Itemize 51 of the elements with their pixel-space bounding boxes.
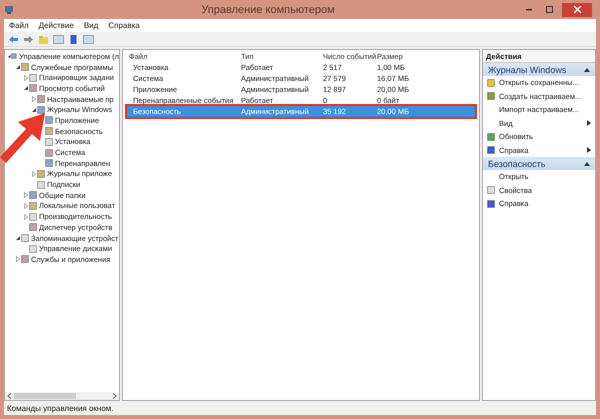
node-icon — [45, 127, 53, 136]
node-icon — [21, 255, 29, 264]
pane-button[interactable] — [83, 34, 94, 44]
collapse-icon[interactable] — [584, 162, 590, 166]
menu-item[interactable]: Действие — [38, 21, 74, 30]
menu-item[interactable]: Вид — [84, 21, 98, 30]
expander-icon[interactable] — [31, 106, 37, 113]
node-icon — [29, 84, 37, 92]
node-icon — [29, 74, 37, 82]
folder-button[interactable] — [38, 34, 49, 44]
node-icon — [37, 180, 45, 189]
node-icon — [21, 63, 29, 72]
status-text: Команды управления окном. — [7, 404, 114, 412]
node-icon — [37, 106, 45, 114]
close-icon — [574, 6, 580, 13]
submenu-arrow-icon — [587, 120, 591, 126]
expander-icon[interactable] — [15, 64, 21, 70]
collapse-icon[interactable] — [584, 68, 590, 72]
section-title: Журналы Windows — [488, 64, 566, 74]
minimize-icon — [526, 8, 532, 10]
node-icon — [29, 223, 37, 232]
close-button[interactable] — [562, 2, 592, 16]
help-button[interactable] — [68, 34, 79, 44]
node-icon — [29, 191, 37, 200]
expander-icon[interactable] — [23, 85, 29, 92]
menu-item[interactable]: Справка — [108, 21, 140, 30]
section-header[interactable]: Журналы Windows — [483, 63, 595, 76]
node-icon — [45, 116, 53, 124]
section-title: Безопасность — [488, 158, 546, 168]
node-icon — [21, 234, 29, 242]
node-icon — [29, 212, 37, 221]
node-icon — [45, 159, 53, 168]
node-icon — [37, 170, 45, 178]
back-button[interactable] — [8, 34, 19, 44]
maximize-icon — [546, 6, 552, 13]
section-header[interactable]: Безопасность — [483, 157, 595, 170]
node-icon — [45, 148, 53, 157]
node-icon — [29, 202, 37, 210]
node-icon — [11, 52, 18, 60]
menu-item[interactable]: Файл — [9, 21, 29, 30]
forward-button[interactable] — [23, 34, 34, 44]
node-icon — [29, 244, 37, 253]
expander-icon[interactable] — [15, 235, 21, 242]
app-icon — [4, 4, 14, 14]
window-title: Управление компьютером — [200, 4, 336, 16]
pane-button[interactable] — [53, 34, 64, 44]
node-icon — [45, 138, 53, 146]
node-icon — [37, 95, 45, 104]
scroll-bar[interactable] — [5, 392, 119, 400]
expander-icon[interactable] — [7, 53, 12, 60]
submenu-arrow-icon — [587, 147, 591, 154]
